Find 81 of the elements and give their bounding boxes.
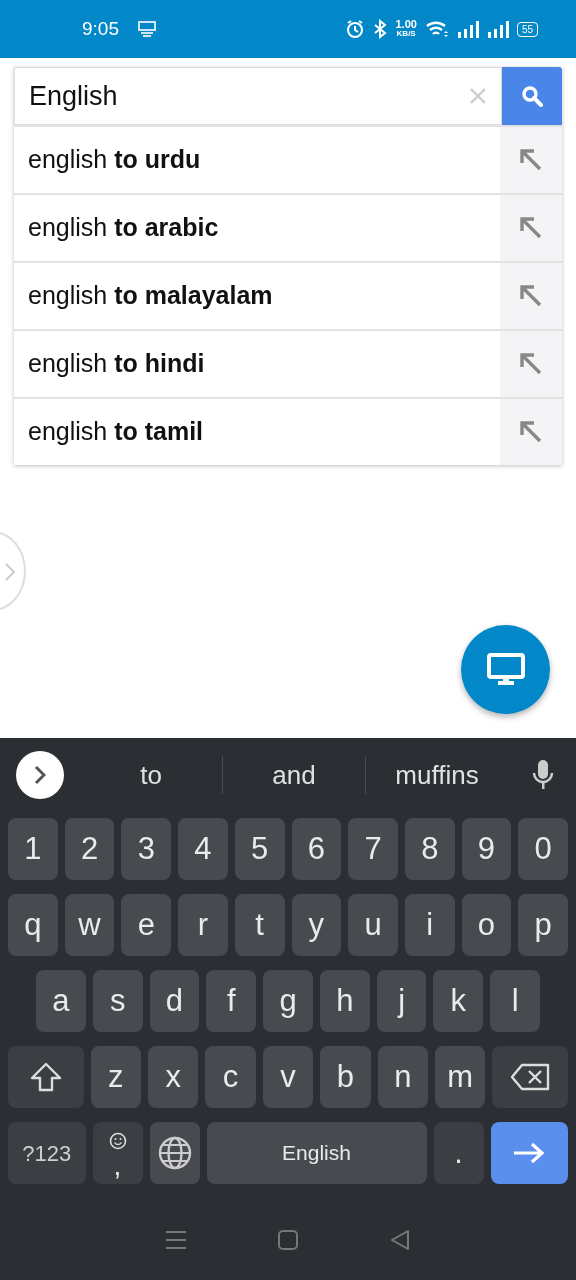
word-suggestion[interactable]: to [80,749,222,801]
keyboard-key[interactable]: n [377,1046,429,1108]
keyboard-key[interactable]: s [92,970,143,1032]
keyboard-key[interactable]: e [121,894,172,956]
keyboard-key[interactable]: k [433,970,484,1032]
keyboard-key[interactable]: m [435,1046,486,1108]
fill-query-button[interactable] [500,127,562,193]
search-button[interactable] [502,67,562,125]
keyboard-key[interactable]: g [263,970,313,1032]
fill-query-button[interactable] [500,331,562,397]
desktop-button[interactable] [461,625,550,714]
keyboard-key[interactable]: 5 [234,818,285,880]
keyboard-key[interactable]: c [205,1046,256,1108]
bluetooth-icon [373,19,388,39]
shift-key[interactable] [8,1046,84,1108]
monitor-icon [137,19,157,39]
keyboard-key[interactable]: q [8,894,58,956]
keyboard-key[interactable]: i [404,894,455,956]
keyboard-key[interactable]: f [206,970,257,1032]
enter-key[interactable] [490,1122,568,1184]
keyboard-key[interactable]: b [320,1046,371,1108]
fill-query-button[interactable] [500,263,562,329]
keyboard-key[interactable]: d [149,970,200,1032]
chevron-icon [34,765,46,785]
keyboard-key[interactable]: 1 [8,818,58,880]
backspace-icon [510,1063,551,1091]
keyboard-key[interactable]: l [490,970,541,1032]
home-icon[interactable] [277,1229,299,1251]
speed-unit: KB/S [396,30,416,38]
period-key[interactable]: . [433,1122,484,1184]
keyboard-key[interactable]: x [148,1046,199,1108]
keyboard-key[interactable]: y [291,894,342,956]
menu-icon[interactable] [165,1229,187,1251]
keyboard-key[interactable]: r [178,894,228,956]
arrow-icon [518,147,544,173]
signal-icon [456,20,479,38]
keyboard-key[interactable]: 9 [461,818,512,880]
language-key[interactable] [149,1122,200,1184]
keyboard-key[interactable]: t [234,894,285,956]
microphone-icon [532,759,554,791]
expand-button[interactable] [16,751,64,799]
arrow-icon [518,283,544,309]
keyboard-key[interactable]: v [262,1046,314,1108]
keyboard-key[interactable]: 4 [178,818,228,880]
space-key[interactable]: English [206,1122,427,1184]
fill-query-button[interactable] [500,195,562,261]
speed-value: 1.00 [395,20,417,31]
arrow-icon [518,351,544,377]
fill-query-button[interactable] [500,399,562,465]
keyboard-key[interactable]: a [36,970,86,1032]
arrow-icon [512,1142,547,1164]
keyboard-key[interactable]: h [319,970,370,1032]
word-suggestion[interactable]: and [223,749,365,801]
arrow-icon [518,419,544,445]
globe-icon [156,1135,193,1171]
battery-indicator: 55 [516,21,538,37]
keyboard-key[interactable]: u [348,894,398,956]
status-time: 9:05 [82,16,119,41]
emoji-icon [108,1131,127,1150]
keyboard-key[interactable]: z [90,1046,141,1108]
keyboard-key[interactable]: 3 [121,818,172,880]
keyboard-key[interactable]: 8 [404,818,455,880]
wifi-icon [424,20,449,38]
keyboard-key[interactable]: 2 [64,818,115,880]
alarm-icon [345,19,366,39]
back-icon[interactable] [389,1229,411,1251]
word-suggestion[interactable]: muffins [366,749,508,801]
keyboard-key[interactable]: p [518,894,569,956]
keyboard-key[interactable]: j [376,970,427,1032]
keyboard-key[interactable]: w [64,894,115,956]
comma-key[interactable]: , [92,1122,143,1184]
signal-icon [486,20,509,38]
search-icon [520,84,544,108]
arrow-icon [518,215,544,241]
symbols-key[interactable]: ?123 [8,1122,86,1184]
monitor-icon [486,652,525,687]
keyboard-key[interactable]: o [461,894,512,956]
backspace-key[interactable] [492,1046,569,1108]
keyboard-key[interactable]: 7 [348,818,398,880]
keyboard-key[interactable]: 0 [518,818,569,880]
keyboard-key[interactable]: 6 [291,818,342,880]
